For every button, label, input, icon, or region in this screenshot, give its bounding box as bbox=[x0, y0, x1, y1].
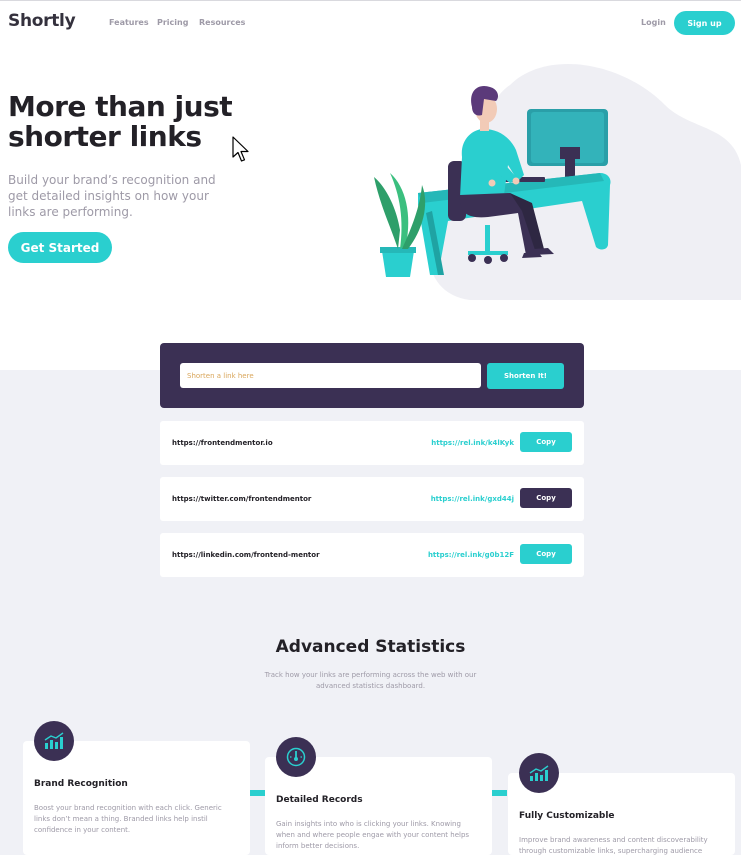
short-url[interactable]: https://rel.ink/k4lKyk bbox=[431, 439, 514, 447]
feature-card-fully-customizable: Fully Customizable Improve brand awarene… bbox=[508, 753, 735, 855]
copy-button[interactable]: Copy bbox=[520, 544, 572, 564]
copy-button[interactable]: Copy bbox=[520, 488, 572, 508]
brush-chart-icon bbox=[519, 753, 559, 793]
card-text: Boost your brand recognition with each c… bbox=[34, 804, 222, 834]
hero-subtitle: Build your brand’s recognition and get d… bbox=[8, 173, 216, 219]
hero-title: More than just shorter links bbox=[8, 90, 233, 153]
result-row: https://twitter.com/frontendmentor https… bbox=[160, 477, 584, 521]
stats-title: Advanced Statistics bbox=[275, 637, 466, 657]
stats-subtitle: Track how your links are performing acro… bbox=[264, 671, 477, 690]
result-row: https://frontendmentor.io https://rel.in… bbox=[160, 421, 584, 465]
original-url: https://linkedin.com/frontend-mentor bbox=[172, 551, 320, 559]
card-text: Gain insights into who is clicking your … bbox=[276, 820, 470, 850]
gauge-icon bbox=[276, 737, 316, 777]
nav-pricing[interactable]: Pricing bbox=[157, 18, 188, 27]
nav-resources[interactable]: Resources bbox=[199, 18, 245, 27]
working-person-illustration bbox=[374, 63, 741, 300]
login-link[interactable]: Login bbox=[641, 18, 666, 27]
signup-button[interactable]: Sign up bbox=[674, 11, 735, 35]
shorten-form: Shorten It! bbox=[160, 343, 584, 408]
short-url[interactable]: https://rel.ink/gxd44j bbox=[431, 495, 514, 503]
link-input[interactable] bbox=[180, 363, 481, 388]
original-url: https://twitter.com/frontendmentor bbox=[172, 495, 312, 503]
nav-features[interactable]: Features bbox=[109, 18, 149, 27]
card-title: Fully Customizable bbox=[519, 811, 615, 821]
result-row: https://linkedin.com/frontend-mentor htt… bbox=[160, 533, 584, 577]
card-text: Improve brand awareness and content disc… bbox=[519, 836, 708, 855]
card-title: Brand Recognition bbox=[34, 779, 128, 789]
get-started-button[interactable]: Get Started bbox=[8, 232, 112, 263]
short-url[interactable]: https://rel.ink/g0b12F bbox=[428, 551, 514, 559]
original-url: https://frontendmentor.io bbox=[172, 439, 273, 447]
bar-chart-icon bbox=[34, 721, 74, 761]
card-title: Detailed Records bbox=[276, 795, 363, 805]
logo[interactable]: Shortly bbox=[8, 11, 76, 31]
mouse-cursor-icon bbox=[232, 136, 249, 162]
shorten-button[interactable]: Shorten It! bbox=[487, 363, 564, 389]
top-border bbox=[0, 0, 741, 1]
feature-card-brand-recognition: Brand Recognition Boost your brand recog… bbox=[23, 721, 250, 855]
feature-card-detailed-records: Detailed Records Gain insights into who … bbox=[265, 737, 492, 855]
copy-button[interactable]: Copy bbox=[520, 432, 572, 452]
